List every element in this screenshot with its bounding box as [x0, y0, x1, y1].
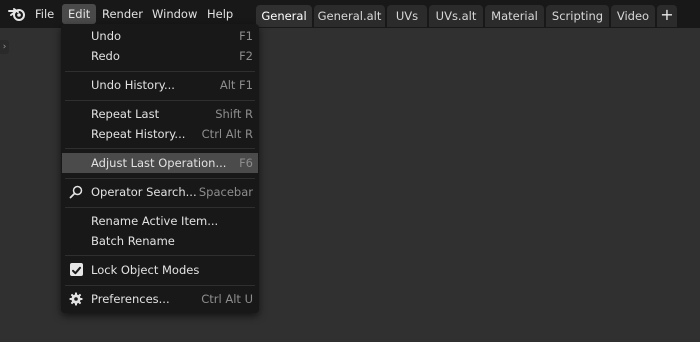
edit-menu-dropdown: Undo F1 Redo F2 Undo History... Alt F1 R…: [61, 24, 259, 313]
search-icon: [69, 185, 83, 199]
menu-separator: [65, 285, 255, 286]
chevron-right-icon[interactable]: ›: [0, 40, 9, 54]
menu-item-shortcut: F2: [239, 49, 253, 63]
menu-item-operator-search[interactable]: Operator Search... Spacebar: [62, 182, 258, 202]
menu-item-label: Rename Active Item...: [91, 214, 219, 228]
checkbox-checked-icon[interactable]: [70, 263, 83, 276]
menu-item-label: Lock Object Modes: [91, 263, 200, 277]
menu-item-label: Repeat History...: [91, 127, 186, 141]
menu-item-label: Adjust Last Operation...: [91, 156, 227, 170]
menu-item-shortcut: Alt F1: [219, 78, 253, 92]
menu-item-redo[interactable]: Redo F2: [62, 46, 258, 66]
gear-icon: [69, 292, 83, 306]
menu-item-label: Operator Search...: [91, 185, 197, 199]
menu-separator: [65, 148, 255, 149]
tab-video[interactable]: Video: [611, 5, 655, 27]
menu-item-label: Undo History...: [91, 78, 175, 92]
menu-separator: [65, 178, 255, 179]
menu-item-label: Preferences...: [91, 292, 170, 306]
menu-item-repeat-history[interactable]: Repeat History... Ctrl Alt R: [62, 124, 258, 144]
tab-uvs[interactable]: UVs: [387, 5, 427, 27]
menu-help[interactable]: Help: [201, 4, 239, 24]
menu-edit[interactable]: Edit: [62, 4, 97, 24]
menu-item-batch-rename[interactable]: Batch Rename: [62, 231, 258, 251]
menu-item-shortcut: F6: [239, 156, 253, 170]
tab-general[interactable]: General: [256, 5, 312, 27]
menu-item-undo[interactable]: Undo F1: [62, 26, 258, 46]
menu-separator: [65, 100, 255, 101]
menu-item-repeat-last[interactable]: Repeat Last Shift R: [62, 104, 258, 124]
menu-item-rename-active-item[interactable]: Rename Active Item...: [62, 211, 258, 231]
menu-item-shortcut: Shift R: [215, 107, 253, 121]
add-workspace-button[interactable]: +: [657, 5, 677, 27]
menu-item-label: Redo: [91, 49, 120, 63]
menu-separator: [65, 71, 255, 72]
menu-separator: [65, 207, 255, 208]
checkmark-icon: [72, 266, 81, 275]
menu-item-preferences[interactable]: Preferences... Ctrl Alt U: [62, 289, 258, 309]
menu-item-shortcut: Ctrl Alt U: [201, 292, 253, 306]
menu-item-label: Undo: [91, 29, 122, 43]
tab-uvs-alt[interactable]: UVs.alt: [429, 5, 483, 27]
menu-item-label: Repeat Last: [91, 107, 160, 121]
menu-item-undo-history[interactable]: Undo History... Alt F1: [62, 75, 258, 95]
menu-item-lock-object-modes[interactable]: Lock Object Modes: [62, 260, 258, 280]
menu-window[interactable]: Window: [146, 4, 203, 24]
menu-item-shortcut: Spacebar: [198, 185, 253, 199]
menu-item-adjust-last-operation[interactable]: Adjust Last Operation... F6: [62, 153, 258, 173]
menu-item-label: Batch Rename: [91, 234, 175, 248]
tab-material[interactable]: Material: [485, 5, 544, 27]
menu-file[interactable]: File: [29, 4, 60, 24]
tab-general-alt[interactable]: General.alt: [314, 5, 385, 27]
menu-item-shortcut: Ctrl Alt R: [201, 127, 253, 141]
menu-item-shortcut: F1: [239, 29, 253, 43]
menu-separator: [65, 255, 255, 256]
menu-render[interactable]: Render: [96, 4, 149, 24]
blender-logo-icon[interactable]: [8, 6, 26, 22]
tab-scripting[interactable]: Scripting: [546, 5, 609, 27]
